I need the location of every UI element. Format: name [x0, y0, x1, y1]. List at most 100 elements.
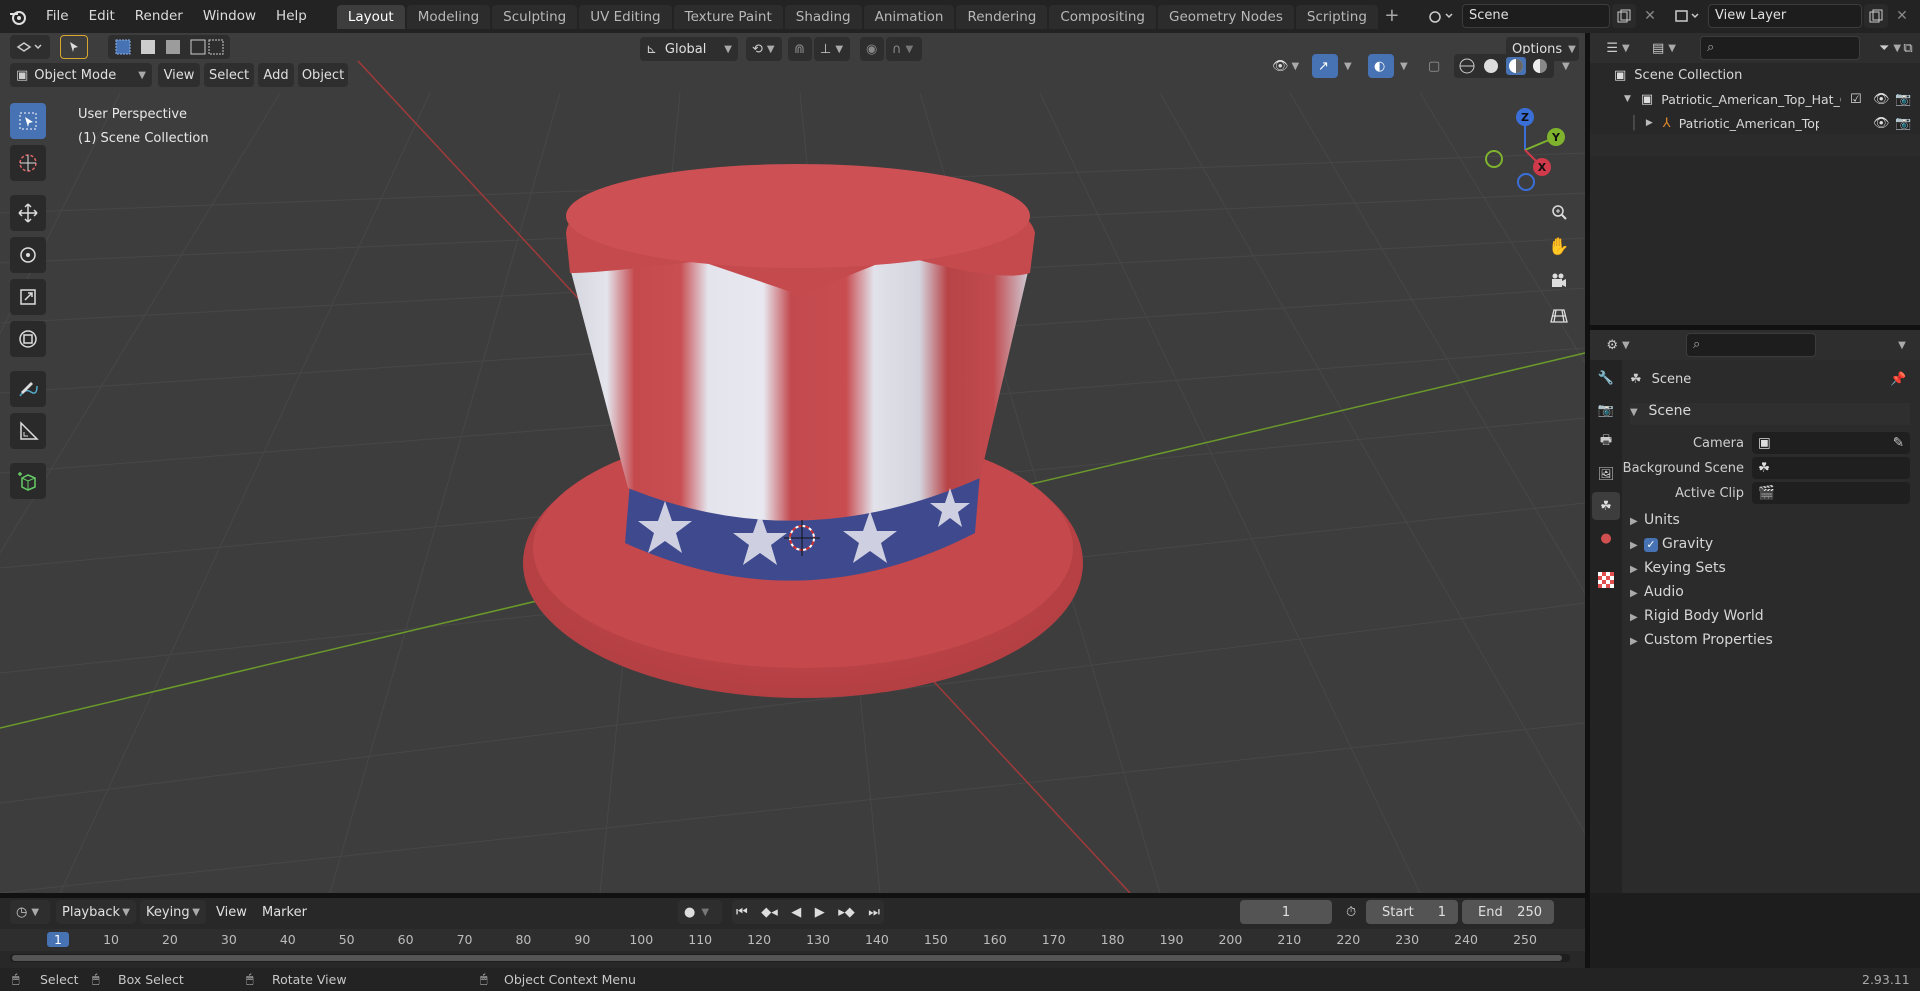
- close-scene-icon[interactable]: ✕: [1638, 4, 1662, 28]
- top-hat-model[interactable]: [523, 164, 1083, 698]
- expand-arrow-icon[interactable]: ▶: [1646, 118, 1653, 128]
- expand-arrow-icon[interactable]: ▼: [1624, 94, 1631, 104]
- record-button[interactable]: ● ▼: [678, 900, 722, 924]
- background-scene-field[interactable]: ☘: [1752, 457, 1910, 479]
- properties-search-input[interactable]: ⌕: [1686, 333, 1816, 357]
- annotate-tool-icon[interactable]: [10, 371, 46, 407]
- audio-section[interactable]: ▶ Audio: [1630, 584, 1684, 600]
- outliner-search-input[interactable]: ⌕: [1700, 36, 1860, 60]
- navigation-gizmo[interactable]: Z Y X: [1480, 105, 1570, 195]
- next-keyframe-icon[interactable]: ▸◆: [838, 905, 855, 920]
- render-tab-icon[interactable]: 📷: [1592, 396, 1620, 424]
- pan-hand-icon[interactable]: ✋: [1545, 233, 1573, 261]
- scene-name-field[interactable]: Scene: [1462, 4, 1610, 28]
- world-tab-icon[interactable]: ●: [1592, 524, 1620, 552]
- select-tool-icon[interactable]: [60, 35, 88, 59]
- view-layer-tab-icon[interactable]: 🖼: [1592, 460, 1620, 488]
- tab-texture-paint[interactable]: Texture Paint: [673, 4, 783, 29]
- tab-animation[interactable]: Animation: [863, 4, 955, 29]
- overlays-dropdown[interactable]: ▼: [1394, 54, 1412, 78]
- start-frame-field[interactable]: Start 1: [1366, 900, 1458, 924]
- tab-sculpting[interactable]: Sculpting: [492, 4, 578, 29]
- camera-view-icon[interactable]: [1545, 267, 1573, 295]
- timeline-menu-playback[interactable]: Playback ▼: [56, 900, 136, 924]
- move-tool-icon[interactable]: [10, 195, 46, 231]
- properties-options-dropdown[interactable]: ▼: [1890, 333, 1914, 357]
- timeline-scrollbar-thumb[interactable]: [12, 955, 1562, 961]
- tab-layout[interactable]: Layout: [336, 4, 405, 29]
- output-tab-icon[interactable]: 🖶: [1592, 428, 1620, 456]
- selection-mode-buttons[interactable]: [108, 35, 230, 59]
- falloff-dropdown[interactable]: ∩ ▼: [886, 37, 922, 61]
- new-view-layer-icon[interactable]: [1864, 4, 1888, 28]
- tab-uv-editing[interactable]: UV Editing: [579, 4, 672, 29]
- gizmo-dropdown[interactable]: ▼: [1338, 54, 1356, 78]
- timeline-menu-view[interactable]: View: [210, 900, 250, 924]
- zoom-icon[interactable]: [1545, 198, 1573, 226]
- exclude-checkbox-icon[interactable]: ☑: [1850, 92, 1862, 107]
- tab-scripting[interactable]: Scripting: [1295, 4, 1378, 29]
- outliner-editor-type-button[interactable]: ☰ ▼: [1600, 36, 1636, 60]
- view-layer-field[interactable]: View Layer: [1708, 4, 1862, 28]
- tab-compositing[interactable]: Compositing: [1049, 4, 1156, 29]
- viewport-menu-add[interactable]: Add: [258, 63, 294, 87]
- camera-field[interactable]: ▣ ✎: [1752, 432, 1910, 454]
- menu-help[interactable]: Help: [266, 0, 317, 33]
- play-reverse-icon[interactable]: ◀: [791, 905, 801, 920]
- cursor-tool-icon[interactable]: [10, 145, 46, 181]
- gravity-checkbox[interactable]: ✓: [1644, 538, 1658, 552]
- visibility-dropdown[interactable]: 👁 ▼: [1266, 54, 1302, 78]
- active-clip-field[interactable]: 🎬: [1752, 482, 1910, 504]
- gizmo-toggle-icon[interactable]: ↗: [1312, 54, 1338, 78]
- measure-tool-icon[interactable]: [10, 413, 46, 449]
- transform-orientation-dropdown[interactable]: ⊾ Global ▼: [640, 37, 738, 61]
- select-box-tool-icon[interactable]: [10, 103, 46, 139]
- timeline-menu-marker[interactable]: Marker: [256, 900, 307, 924]
- play-icon[interactable]: ▶: [815, 905, 825, 920]
- menu-edit[interactable]: Edit: [79, 0, 125, 33]
- preview-range-stopwatch-icon[interactable]: ⏱: [1340, 900, 1364, 924]
- close-view-layer-icon[interactable]: ✕: [1890, 4, 1914, 28]
- proportional-edit-icon[interactable]: ◉: [860, 37, 884, 61]
- xray-toggle-icon[interactable]: ▢: [1422, 54, 1448, 78]
- prev-keyframe-icon[interactable]: ◆◂: [761, 905, 778, 920]
- tab-modeling[interactable]: Modeling: [406, 4, 491, 29]
- timeline-menu-keying[interactable]: Keying ▼: [140, 900, 206, 924]
- eye-icon[interactable]: 👁: [1873, 116, 1890, 131]
- display-mode-button[interactable]: ▤ ▼: [1646, 36, 1682, 60]
- new-collection-icon[interactable]: ⧉: [1896, 36, 1920, 60]
- overlays-toggle-icon[interactable]: ◐: [1368, 54, 1394, 78]
- camera-render-icon[interactable]: 📷: [1895, 92, 1911, 107]
- shading-mode-buttons[interactable]: [1454, 54, 1554, 78]
- rigid-body-world-section[interactable]: ▶ Rigid Body World: [1630, 608, 1764, 624]
- perspective-toggle-icon[interactable]: [1545, 302, 1573, 330]
- 3d-viewport[interactable]: ⊾ Global ▼ ⟲ ▼ ⋒ ⊥ ▼ ◉ ∩ ▼ Options ▼ ▣ Obje…: [0, 33, 1585, 893]
- frame-ruler[interactable]: 1 10 20 30 40 50 60 70 80 90 100 110 120 130 140 150 160…: [0, 929, 1585, 951]
- viewport-menu-view[interactable]: View: [158, 63, 200, 87]
- transform-tool-icon[interactable]: [10, 321, 46, 357]
- units-section[interactable]: ▶ Units: [1630, 512, 1680, 528]
- menu-window[interactable]: Window: [193, 0, 266, 33]
- outliner-row-object[interactable]: │ ▶ ⅄ Patriotic_American_Top_H 👁 📷: [1590, 112, 1920, 134]
- add-cube-tool-icon[interactable]: [10, 463, 46, 499]
- view-layer-browse-button[interactable]: [1670, 4, 1706, 28]
- menu-file[interactable]: File: [36, 0, 79, 33]
- tab-shading[interactable]: Shading: [784, 4, 862, 29]
- timeline-editor-type-button[interactable]: ◷ ▼: [10, 900, 50, 924]
- tab-rendering[interactable]: Rendering: [956, 4, 1048, 29]
- custom-properties-section[interactable]: ▶ Custom Properties: [1630, 632, 1773, 648]
- jump-start-icon[interactable]: ⏮: [736, 905, 748, 920]
- timeline-scrollbar[interactable]: [10, 954, 1570, 962]
- eyedropper-icon[interactable]: ✎: [1893, 435, 1904, 451]
- outliner-row-collection[interactable]: ▼ ▣ Patriotic_American_Top_Hat_C ☑ 👁 📷: [1590, 88, 1920, 110]
- editor-type-button[interactable]: [10, 35, 50, 59]
- camera-render-icon[interactable]: 📷: [1895, 116, 1911, 131]
- object-mode-dropdown[interactable]: ▣ Object Mode ▼: [10, 63, 152, 87]
- menu-render[interactable]: Render: [125, 0, 193, 33]
- properties-editor-type-button[interactable]: ⚙ ▼: [1600, 333, 1636, 357]
- pivot-point-dropdown[interactable]: ⟲ ▼: [746, 37, 782, 61]
- new-scene-icon[interactable]: [1612, 4, 1636, 28]
- tool-tab-icon[interactable]: 🔧: [1592, 364, 1620, 392]
- end-frame-field[interactable]: End 250: [1462, 900, 1554, 924]
- scene-tab-icon[interactable]: ☘: [1592, 492, 1620, 520]
